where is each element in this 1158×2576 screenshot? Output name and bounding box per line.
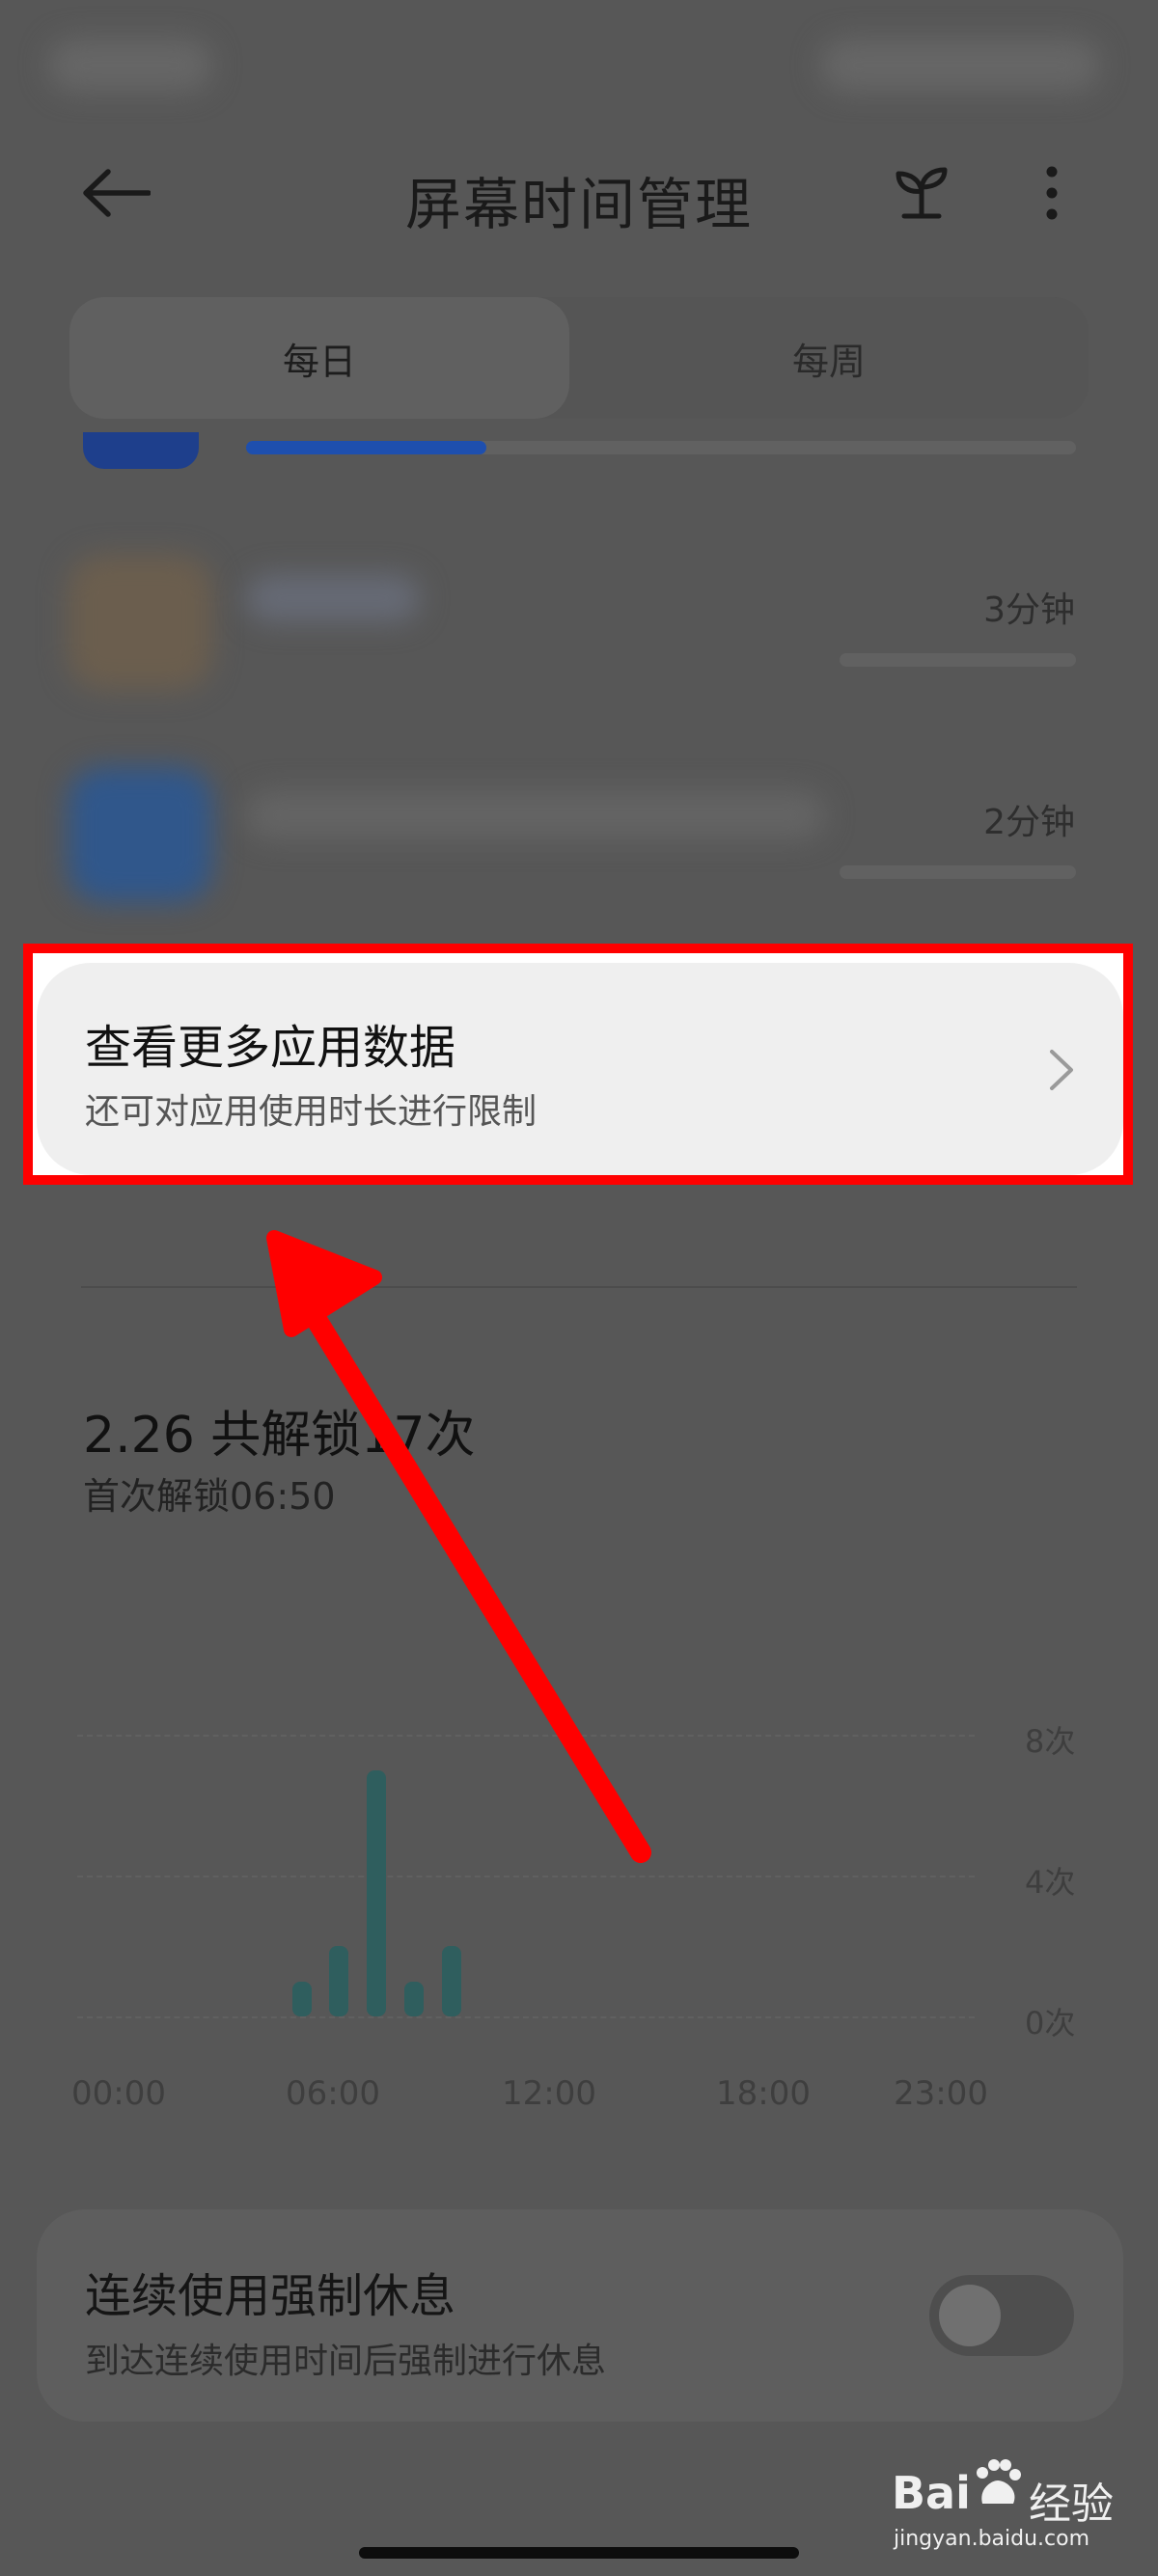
watermark-url: jingyan.baidu.com — [894, 2527, 1090, 2551]
paw-logo-icon — [969, 2455, 1027, 2517]
watermark-brand2: 经验 — [1029, 2480, 1114, 2529]
watermark-brand: Bai — [892, 2467, 971, 2519]
annotation-arrow — [266, 1230, 651, 1863]
baidu-watermark: Bai 经验 jingyan.baidu.com — [886, 2446, 1137, 2552]
home-indicator[interactable] — [359, 2547, 799, 2559]
